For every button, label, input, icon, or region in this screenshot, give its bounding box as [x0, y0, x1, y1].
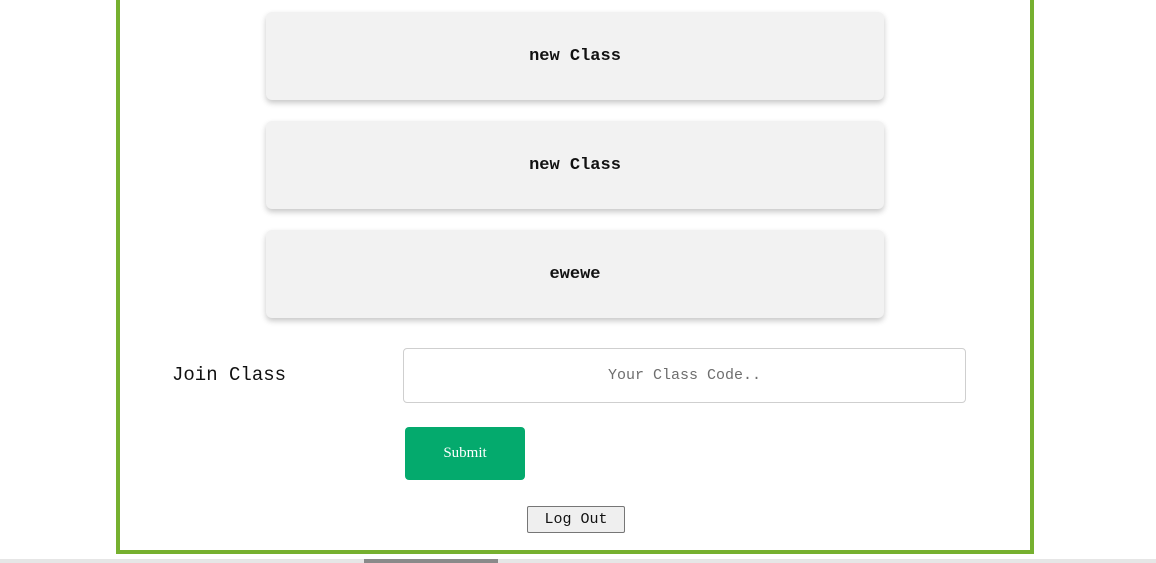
class-list: new Class new Class ewewe — [266, 12, 884, 339]
class-card[interactable]: new Class — [266, 121, 884, 209]
class-card-title: new Class — [529, 46, 621, 66]
join-class-label: Join Class — [172, 364, 287, 386]
logout-button[interactable]: Log Out — [527, 506, 625, 533]
class-card[interactable]: ewewe — [266, 230, 884, 318]
horizontal-scrollbar-thumb[interactable] — [364, 559, 498, 563]
submit-button[interactable]: Submit — [405, 427, 525, 480]
class-code-input[interactable] — [403, 348, 966, 403]
class-card-title: new Class — [529, 155, 621, 175]
horizontal-scrollbar-track[interactable] — [0, 559, 1156, 563]
class-card[interactable]: new Class — [266, 12, 884, 100]
class-card-title: ewewe — [549, 264, 601, 284]
